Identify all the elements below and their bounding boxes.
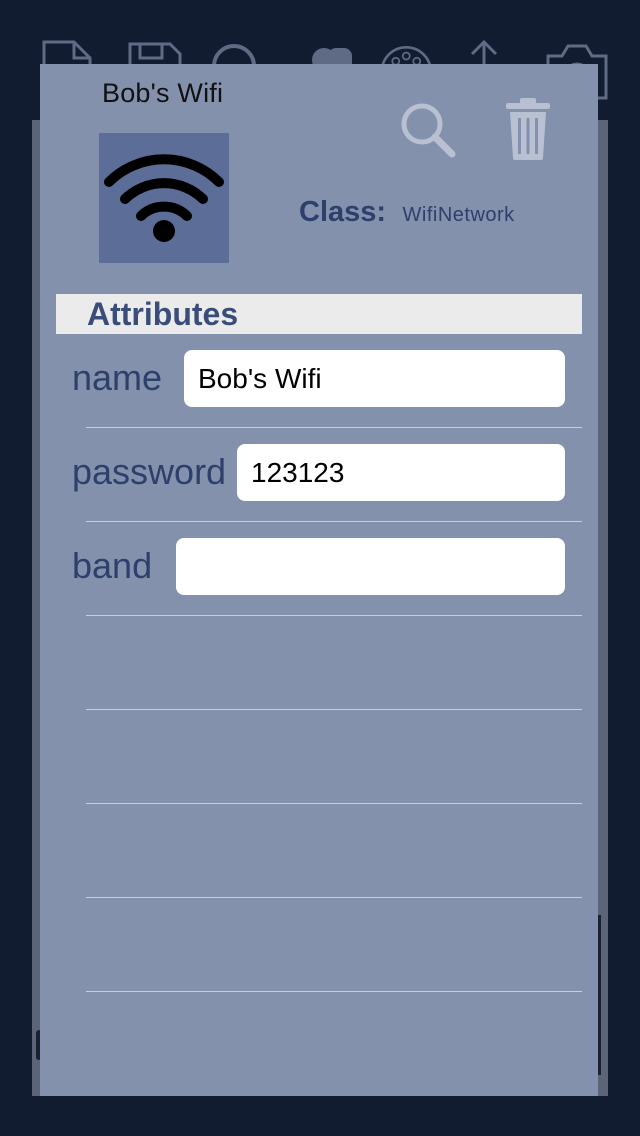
row-separator bbox=[86, 991, 582, 992]
object-inspector-panel: Bob's Wifi Class: WifiNetwork Attributes… bbox=[40, 64, 598, 1096]
name-field[interactable] bbox=[184, 350, 565, 407]
search-button[interactable] bbox=[398, 100, 460, 162]
attribute-label-name: name bbox=[72, 357, 163, 398]
attribute-label-password: password bbox=[72, 451, 227, 492]
search-icon bbox=[401, 103, 456, 158]
delete-button[interactable] bbox=[502, 96, 554, 162]
band-field[interactable] bbox=[176, 538, 565, 595]
attribute-row-band: band bbox=[40, 538, 598, 632]
attribute-row-password: password bbox=[40, 444, 598, 538]
password-field[interactable] bbox=[237, 444, 565, 501]
attributes-section-header: Attributes bbox=[56, 294, 582, 334]
object-image[interactable] bbox=[99, 133, 229, 263]
trash-icon bbox=[506, 98, 550, 160]
row-separator bbox=[86, 521, 582, 522]
row-separator bbox=[86, 803, 582, 804]
attribute-row-name: name bbox=[40, 350, 598, 444]
class-value: WifiNetwork bbox=[402, 204, 515, 226]
row-separator bbox=[86, 427, 582, 428]
row-separator bbox=[86, 709, 582, 710]
background-divider bbox=[598, 915, 601, 1075]
row-separator bbox=[86, 897, 582, 898]
class-label: Class: bbox=[299, 196, 387, 228]
class-row: Class: WifiNetwork bbox=[299, 196, 515, 229]
attributes-title: Attributes bbox=[87, 296, 239, 332]
wifi-icon bbox=[104, 154, 224, 242]
attribute-label-band: band bbox=[72, 545, 153, 586]
object-title: Bob's Wifi bbox=[102, 78, 224, 108]
app-screen: Bob's Wifi Class: WifiNetwork Attributes… bbox=[0, 0, 640, 1136]
row-separator bbox=[86, 615, 582, 616]
